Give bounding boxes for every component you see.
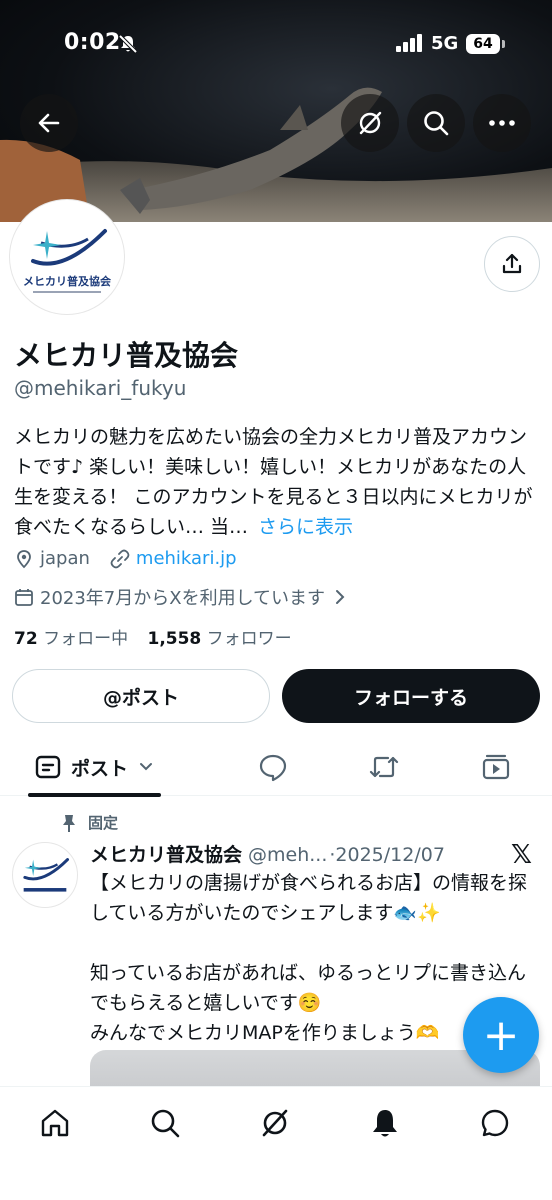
more-button[interactable] <box>473 94 531 152</box>
search-icon <box>424 111 449 136</box>
followers-stat[interactable]: 1,558 フォロワー <box>147 629 291 649</box>
tab-media[interactable] <box>479 750 513 784</box>
network-type: 5G <box>431 33 459 54</box>
tweet-header: メヒカリ普及協会 @meh... ·2025/12/07 <box>90 840 445 867</box>
back-arrow-icon <box>38 113 60 133</box>
media-play-icon <box>482 754 510 780</box>
chevron-down-icon <box>140 763 152 771</box>
profile-handle: @mehikari_fukyu <box>14 376 187 400</box>
follow-button[interactable]: フォローする <box>282 669 540 723</box>
repost-icon <box>369 756 399 778</box>
profile-name: メヒカリ普及協会 <box>14 339 239 372</box>
nav-home[interactable] <box>35 1103 75 1143</box>
signal-icon <box>396 34 424 56</box>
chevron-right-icon <box>336 590 345 604</box>
tweet-date: ·2025/12/07 <box>329 844 445 866</box>
profile-joined-date: 2023年7月からXを利用しています <box>40 588 326 609</box>
x-logo-icon: 𝕏 <box>511 840 532 870</box>
pinned-indicator: 固定 <box>60 812 118 833</box>
message-bubble-icon <box>481 1109 509 1137</box>
tweet-author-name[interactable]: メヒカリ普及協会 <box>90 844 242 866</box>
tweet-text: 【メヒカリの唐揚げが食べられるお店】の情報を探している方がいたのでシェアします🐟… <box>90 872 528 1044</box>
profile-joined-row[interactable]: 2023年7月からXを利用しています <box>14 584 347 610</box>
status-time: 0:02 <box>64 30 121 55</box>
share-icon <box>502 253 522 274</box>
mehikari-logo-icon: メヒカリ普及協会 <box>23 229 112 293</box>
mute-bell-icon <box>118 34 138 58</box>
search-button[interactable] <box>407 94 465 152</box>
mention-post-button[interactable]: @ポスト <box>12 669 270 723</box>
grok-icon <box>359 111 382 135</box>
location-pin-icon <box>17 549 31 568</box>
profile-location: japan <box>40 548 90 569</box>
follow-stats: 72 フォロー中 1,558 フォロワー <box>14 624 292 649</box>
posts-tab-icon <box>35 755 61 779</box>
more-dots-icon <box>489 120 515 126</box>
back-button[interactable] <box>20 94 78 152</box>
profile-avatar[interactable]: メヒカリ普及協会 <box>10 200 124 314</box>
svg-text:メヒカリ普及協会: メヒカリ普及協会 <box>23 274 112 288</box>
active-tab-indicator <box>28 793 161 797</box>
tweet-author-handle[interactable]: @meh... <box>248 844 327 866</box>
grok-icon <box>262 1109 288 1137</box>
tab-posts[interactable]: ポスト <box>28 738 161 797</box>
nav-messages[interactable] <box>475 1103 515 1143</box>
compose-post-button[interactable]: + <box>463 997 539 1073</box>
reply-bubble-icon <box>259 754 287 782</box>
pin-icon <box>63 814 75 832</box>
link-icon <box>110 549 130 568</box>
profile-meta-row: japan mehikari.jp <box>14 548 237 569</box>
profile-bio: メヒカリの魅力を広めたい協会の全力メヒカリ普及アカウントです♪ 楽しい！美味しい… <box>14 422 534 542</box>
following-stat[interactable]: 72 フォロー中 <box>14 629 128 649</box>
share-button[interactable] <box>484 236 540 292</box>
profile-tabs: ポスト <box>0 738 552 797</box>
pinned-label: 固定 <box>88 814 119 832</box>
grok-button[interactable] <box>341 94 399 152</box>
bell-icon <box>373 1110 397 1137</box>
tab-posts-label: ポスト <box>70 757 128 780</box>
show-more-link[interactable]: さらに表示 <box>258 516 353 538</box>
status-bar: 0:02 5G 64 <box>0 0 552 90</box>
nav-search[interactable] <box>145 1103 185 1143</box>
tab-reposts[interactable] <box>367 750 401 784</box>
profile-website-link[interactable]: mehikari.jp <box>136 548 237 569</box>
bottom-navigation <box>0 1086 552 1200</box>
nav-notifications[interactable] <box>365 1103 405 1143</box>
battery-level: 64 <box>466 34 500 54</box>
search-icon <box>151 1109 180 1138</box>
tweet-avatar[interactable] <box>12 842 78 908</box>
battery-icon <box>502 40 505 48</box>
home-icon <box>41 1109 69 1137</box>
tab-replies[interactable] <box>256 750 290 784</box>
calendar-icon <box>15 589 33 606</box>
mehikari-logo-icon <box>23 858 69 892</box>
nav-grok[interactable] <box>255 1103 295 1143</box>
